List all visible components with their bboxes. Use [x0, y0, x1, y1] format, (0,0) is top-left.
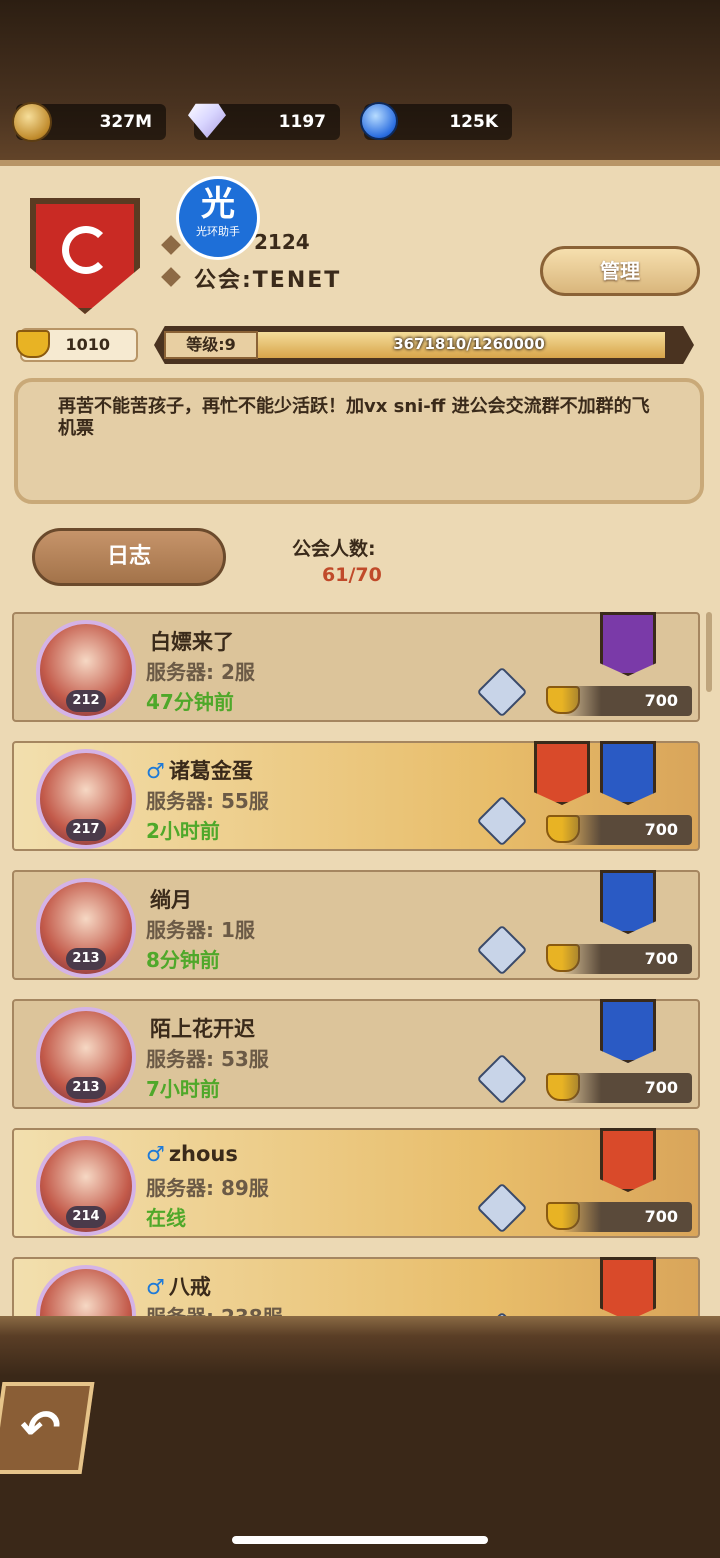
avatar-level: 212	[66, 690, 106, 712]
member-server: 服务器: 89服	[146, 1176, 269, 1200]
watermark-text: 光环助手	[196, 225, 240, 238]
guild-name: 公会:TENET	[194, 268, 342, 293]
member-name-text: 诸葛金蛋	[168, 759, 253, 783]
swords-icon	[476, 924, 528, 976]
watermark-char: 光	[201, 184, 235, 224]
blue-banner-icon	[600, 741, 656, 805]
manage-button[interactable]: 管理	[540, 246, 700, 296]
blue-banner-icon	[600, 870, 656, 934]
member-name-text: 陌上花开迟	[150, 1017, 255, 1041]
scrollbar[interactable]	[706, 612, 712, 692]
member-name: ♂ 诸葛金蛋	[146, 755, 253, 785]
bottom-frame	[0, 1316, 720, 1558]
member-server: 服务器: 1服	[146, 918, 255, 942]
member-name: ♂ 八戒	[146, 1271, 211, 1301]
log-button[interactable]: 日志	[32, 528, 226, 586]
member-row[interactable]: 217 ♂ 诸葛金蛋 服务器: 55服 2小时前 700	[12, 741, 700, 851]
member-score: 700	[562, 1202, 692, 1232]
male-icon: ♂	[146, 1142, 165, 1166]
currency-gold-value: 327M	[99, 112, 152, 132]
guild-exp: 3671810/1260000	[393, 335, 545, 353]
swords-icon	[476, 1053, 528, 1105]
member-list[interactable]: 212 白嫖来了 服务器: 2服 47分钟前 700 217 ♂ 诸葛金蛋 服务器…	[12, 612, 702, 1316]
guild-trophies: 1010	[16, 328, 138, 362]
member-server: 服务器: 238服	[146, 1301, 283, 1316]
member-score: 700	[562, 686, 692, 716]
member-row[interactable]: 214 ♂ zhous 服务器: 89服 在线 700	[12, 1128, 700, 1238]
trophy-icon	[16, 330, 50, 358]
guild-emblem-icon	[62, 226, 110, 274]
member-status: 在线	[146, 1206, 186, 1230]
member-count-value: 61/70	[322, 564, 382, 586]
swords-icon	[476, 666, 528, 718]
guild-notice: 再苦不能苦孩子，再忙不能少活跃！加vx sni-ff 进公会交流群不加群的飞机票	[14, 378, 704, 504]
member-server: 服务器: 53服	[146, 1047, 269, 1071]
member-status: 8分钟前	[146, 948, 220, 972]
member-name: 白嫖来了	[146, 626, 234, 656]
male-icon: ♂	[146, 759, 165, 783]
blue-crystal-icon	[360, 102, 398, 140]
currency-crystal-value: 125K	[449, 112, 498, 132]
avatar-level: 214	[66, 1206, 106, 1228]
back-arrow-icon: ↶	[16, 1400, 65, 1456]
avatar-level: 217	[66, 819, 106, 841]
guild-level: 等级:9	[164, 331, 258, 359]
currency-diamond-value: 1197	[278, 112, 326, 132]
member-status: 47分钟前	[146, 690, 234, 714]
red-banner-icon	[534, 741, 590, 805]
watermark-logo: 光 光环助手	[176, 176, 260, 260]
member-score: 700	[562, 944, 692, 974]
guild-id: 2124	[254, 230, 310, 254]
member-count-label: 公会人数:	[292, 538, 376, 560]
member-row[interactable]: ♂八戒 服务器: 238服	[12, 1257, 700, 1316]
avatar-level: 213	[66, 948, 106, 970]
currency-gold[interactable]: 327M	[12, 102, 166, 142]
home-indicator[interactable]	[232, 1536, 488, 1544]
red-banner-icon	[600, 1128, 656, 1192]
gold-coin-icon	[12, 102, 52, 142]
swords-icon	[476, 795, 528, 847]
member-name-text: zhous	[168, 1142, 238, 1166]
avatar-level: 213	[66, 1077, 106, 1099]
member-row[interactable]: 212 白嫖来了 服务器: 2服 47分钟前 700	[12, 612, 700, 722]
member-name-text: 八戒	[168, 1275, 211, 1299]
member-name: 绱月	[146, 884, 192, 914]
currency-diamond[interactable]: 1197	[188, 103, 340, 140]
member-status: 7小时前	[146, 1077, 220, 1101]
top-header-frame	[0, 0, 720, 180]
avatar[interactable]	[36, 1265, 136, 1316]
purple-banner-icon	[600, 612, 656, 676]
member-server: 服务器: 2服	[146, 660, 255, 684]
member-name-text: 白嫖来了	[150, 630, 234, 654]
member-score: 700	[562, 1073, 692, 1103]
guild-level-bar: 等级:9 3671810/1260000	[154, 326, 694, 364]
back-button[interactable]: ↶	[0, 1382, 95, 1474]
member-name-text: 绱月	[150, 888, 192, 912]
guild-trophies-value: 1010	[65, 335, 110, 354]
member-name: 陌上花开迟	[146, 1013, 255, 1043]
member-row[interactable]: 213 绱月 服务器: 1服 8分钟前 700	[12, 870, 700, 980]
member-score: 700	[562, 815, 692, 845]
member-row[interactable]: 213 陌上花开迟 服务器: 53服 7小时前 700	[12, 999, 700, 1109]
member-status: 2小时前	[146, 819, 220, 843]
red-banner-icon	[600, 1257, 656, 1316]
member-server: 服务器: 55服	[146, 789, 269, 813]
blue-banner-icon	[600, 999, 656, 1063]
swords-icon	[476, 1182, 528, 1234]
currency-crystal[interactable]: 125K	[360, 102, 512, 140]
male-icon: ♂	[146, 1275, 165, 1299]
member-name: ♂ zhous	[146, 1142, 238, 1166]
